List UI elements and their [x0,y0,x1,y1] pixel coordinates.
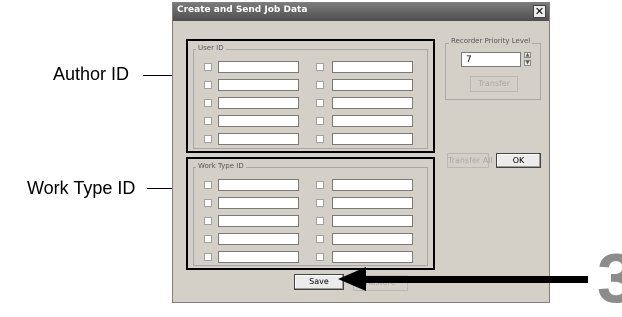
work-type-id-textbox[interactable] [218,197,299,209]
dialog-title: Create and Send Job Data [177,5,308,15]
restore-button[interactable]: Restore [353,275,408,291]
user-id-checkbox[interactable] [316,135,324,143]
user-id-textbox[interactable] [332,61,413,73]
work-type-id-textbox[interactable] [332,233,413,245]
work-type-id-checkbox[interactable] [204,217,212,225]
user-id-textbox[interactable] [218,115,299,127]
spin-up-icon[interactable]: ▲ [524,52,531,58]
user-id-textbox[interactable] [218,133,299,145]
work-type-id-checkbox[interactable] [316,181,324,189]
user-id-checkbox[interactable] [316,63,324,71]
work-type-id-textbox[interactable] [218,215,299,227]
save-button[interactable]: Save [294,274,344,290]
user-id-checkbox[interactable] [204,81,212,89]
user-id-textbox[interactable] [218,79,299,91]
work-type-id-checkbox[interactable] [316,217,324,225]
work-type-id-highlight: Work Type ID [186,157,435,270]
work-type-id-checkbox[interactable] [316,253,324,261]
user-id-checkbox[interactable] [316,99,324,107]
work-type-id-textbox[interactable] [332,179,413,191]
work-type-id-label: Work Type ID [196,162,246,171]
work-type-id-textbox[interactable] [332,251,413,263]
spin-down-icon[interactable]: ▼ [524,60,531,66]
user-id-textbox[interactable] [332,133,413,145]
create-send-job-data-dialog: Create and Send Job Data ✕ User ID Work … [172,2,550,303]
transfer-all-button[interactable]: Transfer All [447,153,493,168]
user-id-textbox[interactable] [332,115,413,127]
close-icon: ✕ [534,5,545,18]
recorder-priority-label: Recorder Priority Level [449,37,533,46]
user-id-textbox[interactable] [332,97,413,109]
work-type-id-textbox[interactable] [332,197,413,209]
work-type-id-checkbox[interactable] [204,199,212,207]
work-type-id-checkbox[interactable] [204,253,212,261]
user-id-checkbox[interactable] [204,99,212,107]
recorder-priority-input[interactable]: 7 [461,52,521,67]
work-type-id-textbox[interactable] [218,233,299,245]
user-id-checkbox[interactable] [204,63,212,71]
user-id-checkbox[interactable] [204,135,212,143]
work-type-id-checkbox[interactable] [316,199,324,207]
transfer-button[interactable]: Transfer [470,76,518,92]
work-type-id-checkbox[interactable] [204,181,212,189]
work-type-id-textbox[interactable] [218,179,299,191]
ok-button[interactable]: OK [496,153,541,168]
user-id-label: User ID [196,44,226,53]
work-type-id-checkbox[interactable] [204,235,212,243]
user-id-checkbox[interactable] [316,117,324,125]
work-type-id-checkbox[interactable] [316,235,324,243]
user-id-textbox[interactable] [218,97,299,109]
work-type-id-textbox[interactable] [218,251,299,263]
work-type-id-textbox[interactable] [332,215,413,227]
author-id-callout: Author ID [53,64,130,84]
user-id-textbox[interactable] [332,79,413,91]
close-button[interactable]: ✕ [533,5,546,18]
work-type-id-callout: Work Type ID [27,178,136,198]
user-id-checkbox[interactable] [316,81,324,89]
user-id-textbox[interactable] [218,61,299,73]
user-id-highlight: User ID [186,39,435,153]
user-id-checkbox[interactable] [204,117,212,125]
title-bar: Create and Send Job Data ✕ [173,3,549,21]
